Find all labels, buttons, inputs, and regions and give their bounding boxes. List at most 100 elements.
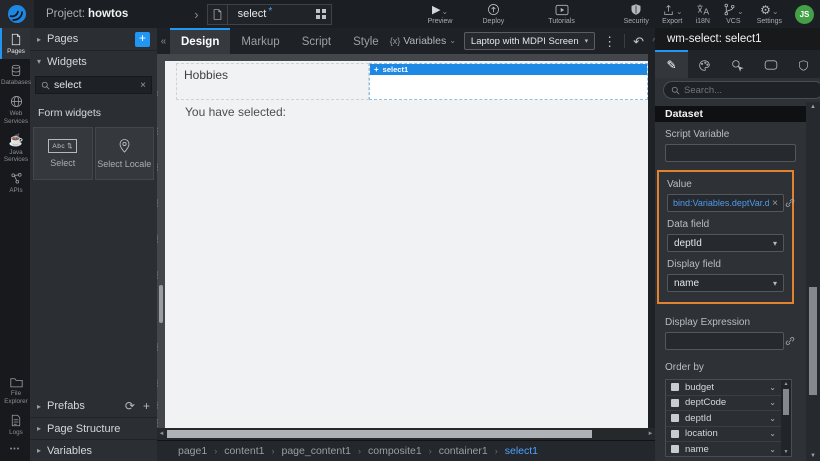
vcs-button[interactable]: ⌄ VCS (723, 4, 744, 25)
properties-search-input[interactable] (684, 85, 816, 96)
rail-item-file-explorer[interactable]: File Explorer (0, 371, 30, 408)
select1-widget-body[interactable] (370, 75, 647, 99)
properties-scroll-thumb[interactable] (809, 287, 817, 395)
tab-design[interactable]: Design (170, 28, 230, 54)
user-avatar[interactable]: JS (795, 5, 814, 24)
order-by-option-budget[interactable]: budget ⌄ (666, 380, 781, 396)
scroll-down-arrow[interactable]: ▼ (806, 453, 820, 459)
scroll-up-arrow[interactable]: ▲ (781, 381, 791, 387)
tab-style[interactable]: Style (342, 28, 390, 54)
order-by-option-location[interactable]: location ⌄ (666, 427, 781, 443)
properties-scrollbar[interactable]: ▲ ▼ (806, 102, 820, 461)
select1-widget[interactable]: + select1 (369, 63, 648, 100)
variables-menu-button[interactable]: {x} Variables ⌄ (390, 35, 456, 47)
rail-item-logs[interactable]: Logs (0, 409, 30, 440)
scroll-down-arrow[interactable]: ▼ (781, 449, 791, 455)
checkbox[interactable] (671, 399, 679, 407)
order-by-option-name[interactable]: name ⌄ (666, 442, 781, 457)
checkbox[interactable] (671, 383, 679, 391)
rail-item-web-services[interactable]: Web Services (0, 90, 30, 128)
breadcrumb-container1[interactable]: container1 (439, 445, 488, 457)
add-prefab-icon[interactable]: + (143, 399, 150, 413)
dashboard-grid-icon[interactable] (316, 9, 326, 19)
breadcrumb-page1[interactable]: page1 (178, 445, 207, 457)
tab-device[interactable] (754, 50, 787, 78)
variables-section-header[interactable]: ▸ Variables (30, 439, 157, 461)
page-tab-select[interactable]: select * (228, 4, 332, 25)
prefabs-section-header[interactable]: ▸ Prefabs ⟳+ (30, 395, 157, 417)
script-variable-input[interactable] (671, 148, 790, 159)
breadcrumb-select1[interactable]: select1 (505, 445, 538, 457)
widget-tile-select-locale[interactable]: Select Locale (95, 127, 155, 180)
move-handle-icon[interactable]: + (374, 66, 379, 74)
design-canvas[interactable]: Hobbies + select1 You have selected: (165, 61, 648, 428)
canvas-vertical-scrollbar[interactable] (159, 285, 163, 323)
rail-item-apis[interactable]: APIs (0, 167, 30, 198)
rail-item-pages[interactable]: Pages (0, 28, 30, 59)
export-button[interactable]: ⌄ Export (662, 4, 683, 25)
hscroll-thumb[interactable] (167, 430, 592, 438)
chevron-down-icon[interactable]: ⌄ (769, 398, 776, 407)
rail-item-java-services[interactable]: ☕ Java Services (0, 129, 30, 167)
order-by-option-deptcode[interactable]: deptCode ⌄ (666, 396, 781, 412)
widget-search-input[interactable] (54, 79, 136, 91)
rail-item-databases[interactable]: Databases (0, 59, 30, 90)
checkbox[interactable] (671, 445, 679, 453)
chevron-down-icon[interactable]: ⌄ (769, 414, 776, 423)
order-by-option-deptid[interactable]: deptId ⌄ (666, 411, 781, 427)
settings-button[interactable]: ⚙⌄ Settings (757, 4, 782, 25)
add-page-button[interactable]: + (135, 32, 150, 47)
clear-binding-icon[interactable]: × (772, 198, 778, 209)
scroll-right-arrow[interactable]: ► (646, 431, 655, 437)
variables-label: Variables (47, 445, 92, 457)
tab-script[interactable]: Script (291, 28, 342, 54)
breadcrumb-composite1[interactable]: composite1 (368, 445, 422, 457)
tutorials-button[interactable]: Tutorials (548, 4, 575, 25)
breadcrumb-page-content1[interactable]: page_content1 (282, 445, 351, 457)
dataset-section-header[interactable]: Dataset (655, 106, 806, 122)
tab-security[interactable] (787, 50, 820, 78)
display-field-select[interactable]: name ▾ (667, 274, 784, 292)
tab-events[interactable] (721, 50, 754, 78)
undo-button[interactable]: ↶ (633, 35, 644, 48)
tab-styles[interactable] (688, 50, 721, 78)
bind-link-icon[interactable] (784, 335, 796, 347)
widget-tile-select[interactable]: Abc⇅ Select (33, 127, 93, 180)
scroll-left-arrow[interactable]: ◄ (157, 431, 166, 437)
script-variable-label: Script Variable (655, 122, 806, 144)
deploy-button[interactable]: Deploy (483, 3, 505, 25)
widget-selection-header[interactable]: + select1 (370, 64, 647, 75)
hscroll-track[interactable] (166, 428, 646, 440)
refresh-icon[interactable]: ⟳ (125, 399, 135, 413)
bind-link-icon[interactable] (784, 197, 796, 209)
data-field-select[interactable]: deptId ▾ (667, 234, 784, 252)
scroll-up-arrow[interactable]: ▲ (806, 104, 820, 110)
collapse-left-panel-button[interactable]: « (157, 36, 170, 47)
order-by-scroll-thumb[interactable] (783, 389, 789, 415)
widgets-section-header[interactable]: ▾ Widgets (30, 50, 157, 72)
order-by-scrollbar[interactable]: ▲ ▼ (781, 380, 791, 456)
pages-section-header[interactable]: ▸ Pages + (30, 28, 157, 50)
security-button[interactable]: Security (624, 3, 649, 25)
page-structure-section-header[interactable]: ▸ Page Structure (30, 417, 157, 439)
checkbox[interactable] (671, 414, 679, 422)
tab-properties[interactable]: ✎ (655, 50, 688, 78)
clear-search-icon[interactable]: × (140, 80, 146, 91)
chevron-down-icon[interactable]: ⌄ (769, 445, 776, 454)
chevron-down-icon[interactable]: ⌄ (769, 429, 776, 438)
display-expression-input[interactable] (671, 336, 778, 347)
breadcrumb-content1[interactable]: content1 (224, 445, 264, 457)
app-logo[interactable] (0, 0, 34, 28)
label-widget-hobbies[interactable]: Hobbies (176, 63, 369, 100)
i18n-button[interactable]: A i18N (696, 4, 710, 25)
document-icon (212, 8, 223, 21)
page-doc-button[interactable] (207, 4, 228, 25)
chevron-down-icon[interactable]: ⌄ (769, 383, 776, 392)
more-options-button[interactable]: ⋮ (603, 35, 616, 48)
preview-button[interactable]: ▶⌄ Preview (428, 4, 453, 25)
tab-markup[interactable]: Markup (230, 28, 290, 54)
value-field[interactable]: bind:Variables.deptVar.dataSet × (667, 194, 784, 212)
checkbox[interactable] (671, 430, 679, 438)
device-selector[interactable]: Laptop with MDPI Screen ▾ (464, 32, 595, 50)
rail-more-button[interactable]: ••• (0, 440, 30, 461)
